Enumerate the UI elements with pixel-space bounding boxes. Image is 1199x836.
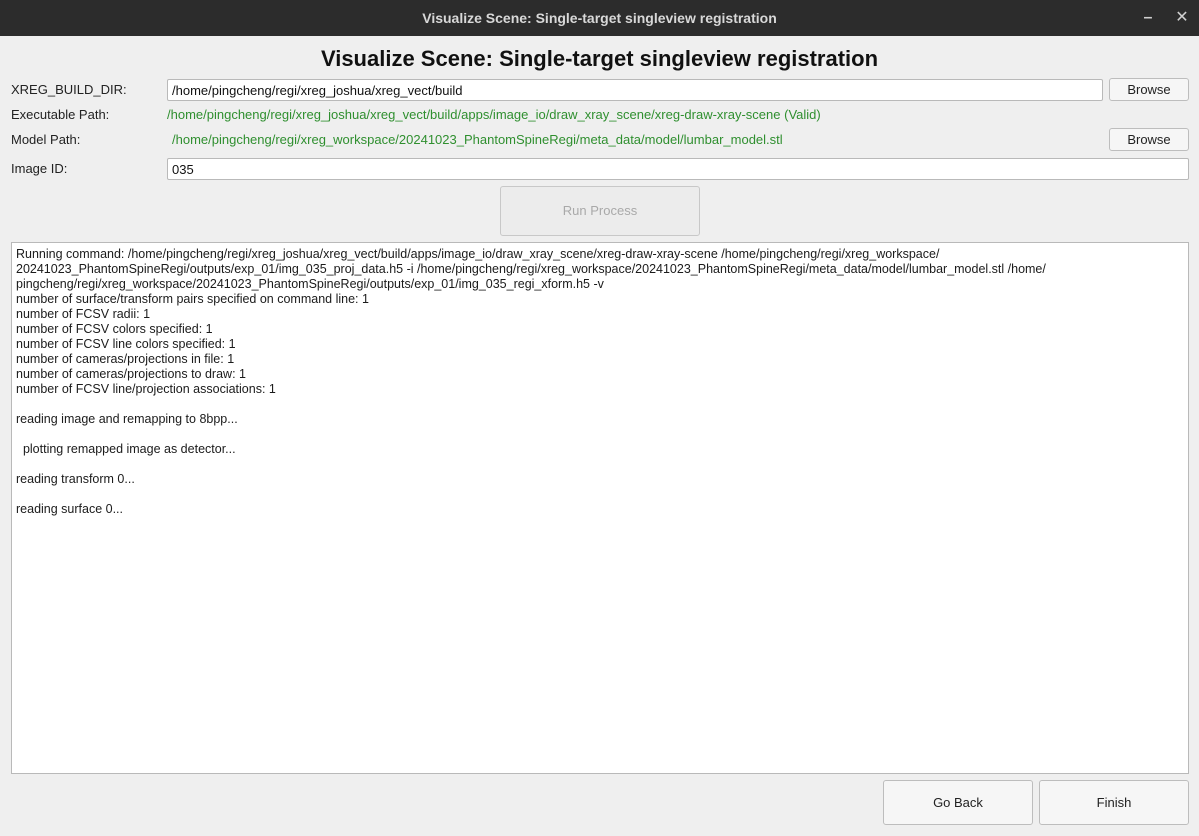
output-log-line: number of FCSV colors specified: 1 bbox=[16, 322, 213, 336]
output-log-line bbox=[16, 457, 1184, 472]
output-log-line: Running command: /home/pingcheng/regi/xr… bbox=[16, 247, 940, 261]
output-log-line: reading image and remapping to 8bpp... bbox=[16, 412, 238, 426]
dialog-window: Visualize Scene: Single-target singlevie… bbox=[0, 0, 1199, 836]
output-log-line bbox=[16, 397, 1184, 412]
output-log-line: reading transform 0... bbox=[16, 472, 135, 486]
output-log-line: reading surface 0... bbox=[16, 502, 124, 516]
image-id-input[interactable]: 035 bbox=[167, 158, 1189, 180]
output-log-line: number of FCSV line colors specified: 1 bbox=[16, 337, 236, 351]
output-log-line: number of FCSV radii: 1 bbox=[16, 307, 151, 321]
go-back-button[interactable]: Go Back bbox=[883, 780, 1033, 825]
output-log-line: number of FCSV line/projection associati… bbox=[16, 382, 276, 396]
model-path-browse-button[interactable]: Browse bbox=[1109, 128, 1189, 151]
run-process-button[interactable]: Run Process bbox=[500, 186, 700, 236]
page-title: Visualize Scene: Single-target singlevie… bbox=[320, 46, 879, 71]
output-log-line: number of cameras/projections in file: 1 bbox=[16, 352, 235, 366]
title-bar[interactable]: Visualize Scene: Single-target singlevie… bbox=[0, 0, 1199, 36]
model-path-label: Model Path: bbox=[11, 132, 81, 147]
build-dir-browse-button[interactable]: Browse bbox=[1109, 78, 1189, 101]
build-dir-label: XREG_BUILD_DIR: bbox=[11, 82, 127, 97]
executable-path-label: Executable Path: bbox=[11, 107, 110, 122]
output-log-line bbox=[16, 487, 1184, 502]
output-log-line bbox=[16, 427, 1184, 442]
minimize-icon[interactable]: – bbox=[1136, 6, 1160, 30]
executable-path-value: /home/pingcheng/regi/xreg_joshua/xreg_ve… bbox=[167, 107, 821, 122]
output-log-line: plotting remapped image as detector... bbox=[16, 442, 236, 456]
build-dir-input[interactable]: /home/pingcheng/regi/xreg_joshua/xreg_ve… bbox=[167, 79, 1103, 101]
output-log-line: 20241023_PhantomSpineRegi/outputs/exp_01… bbox=[16, 262, 1046, 276]
close-icon[interactable]: ✕ bbox=[1170, 6, 1194, 30]
window-title: Visualize Scene: Single-target singlevie… bbox=[422, 10, 777, 26]
image-id-label: Image ID: bbox=[11, 161, 68, 176]
output-log-line: number of cameras/projections to draw: 1 bbox=[16, 367, 246, 381]
output-log-line: number of surface/transform pairs specif… bbox=[16, 292, 369, 306]
model-path-value: /home/pingcheng/regi/xreg_workspace/2024… bbox=[172, 132, 783, 147]
output-log-line: pingcheng/regi/xreg_workspace/20241023_P… bbox=[16, 277, 604, 291]
output-log[interactable]: Running command: /home/pingcheng/regi/xr… bbox=[11, 242, 1189, 774]
finish-button[interactable]: Finish bbox=[1039, 780, 1189, 825]
